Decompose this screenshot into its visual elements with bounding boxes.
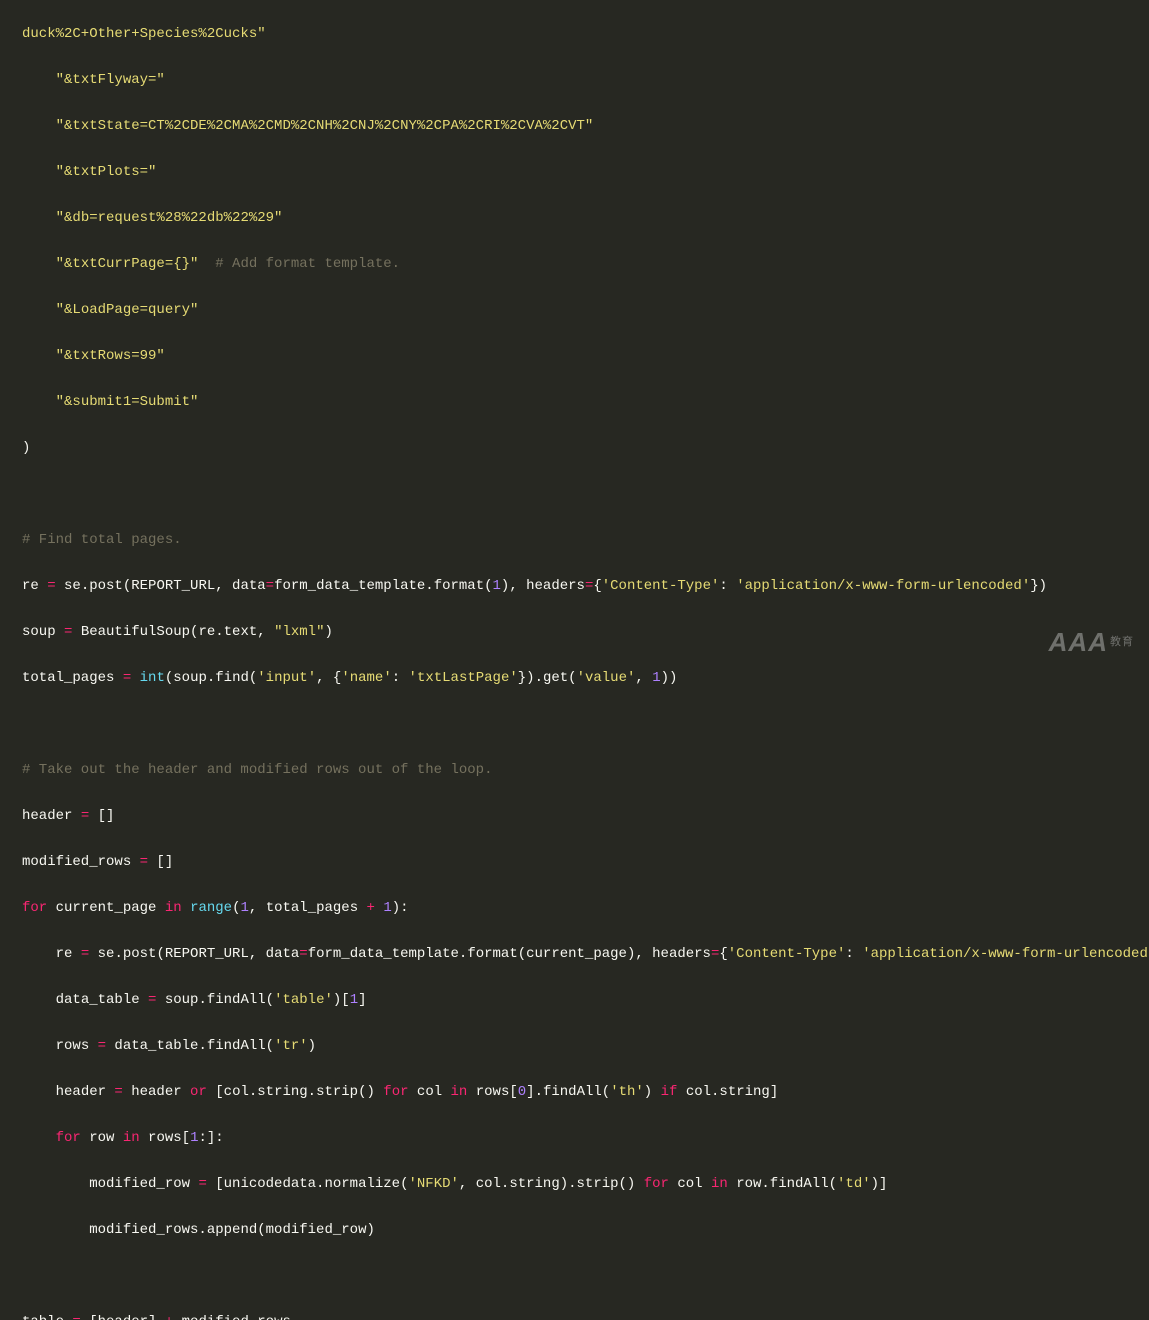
code-line: "&txtCurrPage={}" # Add format template. [22, 253, 1149, 276]
code-line: for current_page in range(1, total_pages… [22, 897, 1149, 920]
code-line: modified_rows.append(modified_row) [22, 1219, 1149, 1242]
code-editor[interactable]: duck%2C+Other+Species%2Cucks" "&txtFlywa… [0, 0, 1149, 1320]
code-line: "&txtState=CT%2CDE%2CMA%2CMD%2CNH%2CNJ%2… [22, 115, 1149, 138]
code-line: rows = data_table.findAll('tr') [22, 1035, 1149, 1058]
code-line: # Find total pages. [22, 529, 1149, 552]
code-line: modified_rows = [] [22, 851, 1149, 874]
code-line: soup = BeautifulSoup(re.text, "lxml") [22, 621, 1149, 644]
code-line: total_pages = int(soup.find('input', {'n… [22, 667, 1149, 690]
code-line: "&txtRows=99" [22, 345, 1149, 368]
code-line [22, 1265, 1149, 1288]
code-line [22, 483, 1149, 506]
code-line: "&submit1=Submit" [22, 391, 1149, 414]
watermark-main: AAA [1049, 627, 1108, 657]
code-line: data_table = soup.findAll('table')[1] [22, 989, 1149, 1012]
code-line: table = [header] + modified_rows [22, 1311, 1149, 1320]
code-line: # Take out the header and modified rows … [22, 759, 1149, 782]
code-line: header = [] [22, 805, 1149, 828]
watermark-sub: 教育 [1110, 636, 1134, 648]
code-line: "&db=request%28%22db%22%29" [22, 207, 1149, 230]
code-line: re = se.post(REPORT_URL, data=form_data_… [22, 575, 1149, 598]
code-line: "&LoadPage=query" [22, 299, 1149, 322]
code-line: re = se.post(REPORT_URL, data=form_data_… [22, 943, 1149, 966]
code-line: "&txtFlyway=" [22, 69, 1149, 92]
code-line: ) [22, 437, 1149, 460]
code-line: duck%2C+Other+Species%2Cucks" [22, 23, 1149, 46]
code-line: "&txtPlots=" [22, 161, 1149, 184]
code-line: header = header or [col.string.strip() f… [22, 1081, 1149, 1104]
code-line [22, 713, 1149, 736]
code-line: for row in rows[1:]: [22, 1127, 1149, 1150]
watermark-logo: AAA教育 [1049, 631, 1134, 654]
code-line: modified_row = [unicodedata.normalize('N… [22, 1173, 1149, 1196]
